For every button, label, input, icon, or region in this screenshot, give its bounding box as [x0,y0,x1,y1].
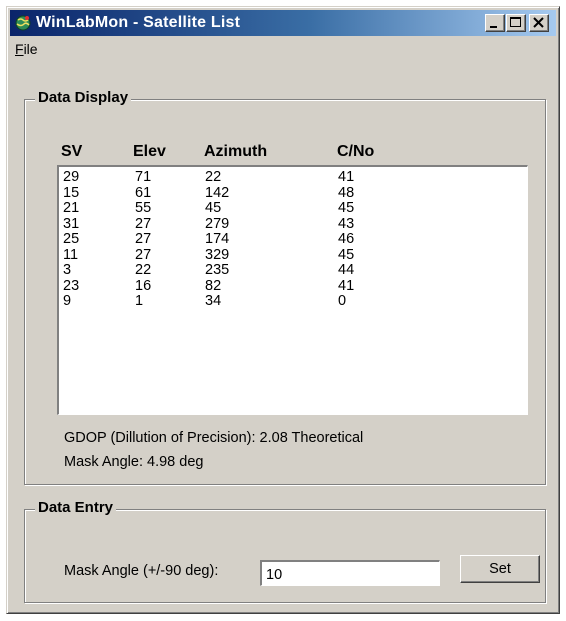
cell-azimuth: 235 [205,262,230,278]
col-header-elev: Elev [133,143,166,160]
cell-elev: 61 [135,184,152,201]
minimize-icon [490,26,497,28]
menu-bar: File [11,39,42,59]
table-row[interactable]: 15 61 142 48 [59,184,527,202]
cell-azimuth: 82 [205,277,222,294]
cell-sv: 29 [63,169,80,185]
window-title: WinLabMon - Satellite List [36,14,241,31]
maximize-button[interactable] [506,14,526,32]
cell-sv: 15 [63,184,80,201]
table-row[interactable]: 9 1 34 0 [59,294,527,310]
cell-elev: 27 [135,246,152,263]
table-row[interactable]: 3 22 235 44 [59,263,527,279]
mask-angle-readout: Mask Angle: 4.98 deg [64,454,204,470]
table-row[interactable]: 21 55 45 45 [59,201,527,217]
col-header-sv: SV [61,143,83,160]
cell-elev: 27 [135,215,152,232]
cell-elev: 55 [135,200,152,216]
cell-elev: 22 [135,262,152,278]
cell-elev: 16 [135,277,152,294]
cell-cno: 48 [338,184,355,201]
cell-elev: 71 [135,169,152,185]
cell-sv: 3 [63,262,72,278]
cell-cno: 44 [338,262,355,278]
cell-azimuth: 329 [205,246,230,263]
mask-angle-input[interactable] [260,560,440,586]
cell-sv: 25 [63,231,80,247]
title-bar[interactable]: WinLabMon - Satellite List [10,10,556,36]
cell-azimuth: 279 [205,215,230,232]
maximize-icon [510,17,521,27]
cell-cno: 46 [338,231,355,247]
app-window: WinLabMon - Satellite List File Data Dis… [6,6,560,614]
cell-sv: 31 [63,215,80,232]
cell-cno: 41 [338,169,355,185]
close-icon [533,17,544,28]
cell-sv: 23 [63,277,80,294]
data-display-title: Data Display [35,89,132,106]
table-row[interactable]: 25 27 174 46 [59,232,527,248]
cell-cno: 45 [338,200,355,216]
cell-elev: 27 [135,231,152,247]
menu-file[interactable]: File [11,39,42,59]
table-row[interactable]: 23 16 82 41 [59,277,527,295]
cell-azimuth: 22 [205,169,222,185]
satellite-globe-icon [14,14,32,32]
cell-azimuth: 174 [205,231,230,247]
data-entry-title: Data Entry [35,499,117,516]
cell-azimuth: 142 [205,184,230,201]
cell-azimuth: 34 [205,293,222,309]
cell-cno: 43 [338,215,355,232]
minimize-button[interactable] [485,14,505,32]
set-button[interactable]: Set [460,555,540,583]
cell-cno: 45 [338,246,355,263]
gdop-text: GDOP (Dillution of Precision): 2.08 Theo… [64,430,364,446]
table-row[interactable]: 31 27 279 43 [59,215,527,233]
cell-sv: 9 [63,293,72,309]
cell-cno: 41 [338,277,355,294]
menu-file-rest: ile [23,41,38,57]
satellite-rows: 29 71 22 41 15 61 142 48 21 55 45 45 31 27 279 43 25 27 17… [59,167,527,310]
mask-angle-label: Mask Angle (+/-90 deg): [64,563,219,579]
col-header-cno: C/No [337,143,375,160]
table-row[interactable]: 11 27 329 45 [59,246,527,264]
cell-cno: 0 [338,293,347,309]
menu-file-mnemonic: F [15,41,24,57]
cell-sv: 21 [63,200,80,216]
cell-elev: 1 [135,293,144,309]
col-header-azimuth: Azimuth [204,143,268,160]
cell-sv: 11 [63,246,79,263]
table-row[interactable]: 29 71 22 41 [59,170,527,186]
satellite-listbox[interactable]: 29 71 22 41 15 61 142 48 21 55 45 45 31 27 279 43 25 27 17… [57,165,528,415]
cell-azimuth: 45 [205,200,222,216]
close-button[interactable] [529,14,549,32]
